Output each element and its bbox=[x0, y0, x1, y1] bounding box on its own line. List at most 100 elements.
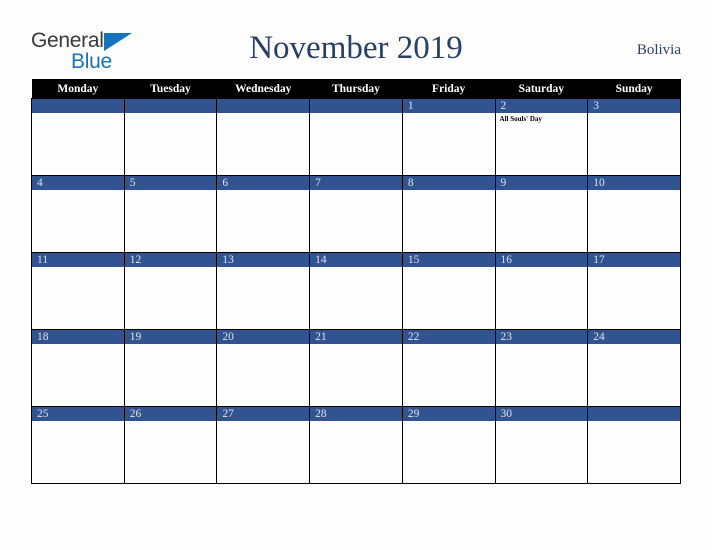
day-number: 13 bbox=[222, 254, 234, 266]
day-number: 14 bbox=[315, 254, 327, 266]
calendar-day-cell[interactable]: 22 bbox=[401, 329, 496, 407]
day-number: 4 bbox=[37, 177, 43, 189]
calendar-day-cell[interactable]: 16 bbox=[494, 252, 589, 330]
day-number: 6 bbox=[222, 177, 229, 189]
day-number: 2 bbox=[500, 100, 507, 112]
weekday-header-saturday: Saturday bbox=[495, 79, 588, 99]
calendar-day-cell[interactable]: 1 bbox=[401, 98, 496, 176]
day-number-band bbox=[217, 99, 310, 113]
day-cell-content: 13 bbox=[217, 253, 310, 329]
day-number: 3 bbox=[593, 100, 599, 112]
calendar-day-cell[interactable]: 26 bbox=[123, 406, 218, 484]
calendar-day-cell[interactable]: 18 bbox=[31, 329, 125, 407]
day-number-band bbox=[310, 99, 402, 113]
day-number: 19 bbox=[129, 331, 142, 343]
calendar-page: General Blue November 2019 Bolivia Monda… bbox=[0, 0, 712, 550]
calendar-day-cell[interactable]: 25 bbox=[31, 406, 125, 484]
day-cell-content: 18 bbox=[32, 330, 124, 406]
day-number: 17 bbox=[593, 254, 605, 266]
weekday-header-sunday: Sunday bbox=[587, 79, 681, 99]
day-cell-content: 28 bbox=[310, 407, 402, 483]
day-cell-content: 8 bbox=[402, 176, 495, 252]
day-cell-content: 16 bbox=[495, 253, 588, 329]
day-cell-content: 24 bbox=[588, 330, 680, 406]
holiday-label: All Souls' Day bbox=[499, 115, 542, 123]
weekday-header-monday: Monday bbox=[31, 79, 125, 99]
calendar-day-cell[interactable]: 8 bbox=[401, 175, 496, 253]
day-number-band bbox=[495, 99, 588, 113]
calendar-day-cell[interactable]: 17 bbox=[587, 252, 681, 330]
day-cell-content: 4 bbox=[32, 176, 124, 252]
day-number-band bbox=[32, 99, 124, 113]
day-cell-content: 10 bbox=[588, 176, 680, 252]
calendar-day-cell[interactable]: 2 All Souls' Day bbox=[494, 98, 589, 176]
calendar-day-cell[interactable]: 3 bbox=[587, 98, 681, 176]
calendar-day-cell[interactable]: 15 bbox=[401, 252, 496, 330]
day-cell-content: 26 bbox=[124, 407, 217, 483]
page-title: November 2019 bbox=[249, 30, 463, 66]
calendar-day-cell[interactable]: 10 bbox=[587, 175, 681, 253]
day-number: 8 bbox=[407, 177, 414, 189]
day-number: 5 bbox=[129, 177, 136, 189]
day-number: 29 bbox=[407, 408, 420, 420]
day-number-band bbox=[124, 176, 217, 190]
calendar-day-cell[interactable]: 7 bbox=[309, 175, 403, 253]
day-cell-content: 29 bbox=[402, 407, 495, 483]
calendar-day-cell[interactable]: 4 bbox=[31, 175, 125, 253]
day-cell-content: 25 bbox=[32, 407, 124, 483]
calendar-grid: Monday Tuesday Wednesday Thursday Friday… bbox=[31, 79, 681, 484]
calendar-day-cell[interactable] bbox=[587, 406, 681, 484]
calendar-day-cell[interactable]: 27 bbox=[216, 406, 311, 484]
page-header: General Blue November 2019 Bolivia bbox=[31, 26, 681, 74]
day-cell-content: 14 bbox=[310, 253, 402, 329]
calendar-week-row: 4 5 6 7 8 9 10 bbox=[31, 175, 681, 253]
day-number-band bbox=[588, 407, 680, 421]
day-cell-content: 11 bbox=[32, 253, 124, 329]
day-number: 23 bbox=[500, 331, 513, 343]
day-cell-content: 23 bbox=[495, 330, 588, 406]
calendar-day-cell[interactable] bbox=[309, 98, 403, 176]
calendar-day-cell[interactable]: 24 bbox=[587, 329, 681, 407]
calendar-day-cell[interactable]: 14 bbox=[309, 252, 403, 330]
day-cell-content: 17 bbox=[588, 253, 680, 329]
day-number-band bbox=[217, 176, 310, 190]
weekday-header-row: Monday Tuesday Wednesday Thursday Friday… bbox=[31, 79, 681, 99]
calendar-day-cell[interactable] bbox=[31, 98, 125, 176]
day-number: 10 bbox=[593, 177, 605, 189]
calendar-day-cell[interactable] bbox=[216, 98, 311, 176]
day-cell-content: 20 bbox=[217, 330, 310, 406]
calendar-day-cell[interactable]: 9 bbox=[494, 175, 589, 253]
day-cell-content: 1 bbox=[402, 99, 495, 175]
calendar-day-cell[interactable]: 30 bbox=[494, 406, 589, 484]
calendar-day-cell[interactable]: 28 bbox=[309, 406, 403, 484]
calendar-day-cell[interactable]: 21 bbox=[309, 329, 403, 407]
day-cell-content: 2 All Souls' Day bbox=[495, 99, 588, 175]
day-number: 27 bbox=[222, 408, 234, 420]
day-number: 28 bbox=[315, 408, 327, 420]
calendar-day-cell[interactable]: 29 bbox=[401, 406, 496, 484]
day-number: 15 bbox=[407, 254, 420, 266]
weekday-header-thursday: Thursday bbox=[309, 79, 403, 99]
weekday-header-wednesday: Wednesday bbox=[216, 79, 310, 99]
day-number: 16 bbox=[500, 254, 513, 266]
day-cell-content: 5 bbox=[124, 176, 217, 252]
day-number-band bbox=[32, 176, 124, 190]
day-number-band bbox=[310, 176, 402, 190]
day-number: 30 bbox=[500, 408, 513, 420]
day-number: 22 bbox=[407, 331, 420, 343]
calendar-day-cell[interactable]: 13 bbox=[216, 252, 311, 330]
calendar-week-row: 18 19 20 21 22 23 24 bbox=[31, 329, 681, 407]
day-number-band bbox=[402, 99, 495, 113]
day-cell-content bbox=[217, 99, 310, 175]
calendar-day-cell[interactable]: 5 bbox=[123, 175, 218, 253]
calendar-day-cell[interactable]: 12 bbox=[123, 252, 218, 330]
calendar-day-cell[interactable] bbox=[123, 98, 218, 176]
calendar-day-cell[interactable]: 11 bbox=[31, 252, 125, 330]
day-cell-content bbox=[310, 99, 402, 175]
calendar-day-cell[interactable]: 20 bbox=[216, 329, 311, 407]
calendar-day-cell[interactable]: 6 bbox=[216, 175, 311, 253]
day-cell-content: 3 bbox=[588, 99, 680, 175]
day-cell-content: 22 bbox=[402, 330, 495, 406]
calendar-day-cell[interactable]: 23 bbox=[494, 329, 589, 407]
calendar-day-cell[interactable]: 19 bbox=[123, 329, 218, 407]
